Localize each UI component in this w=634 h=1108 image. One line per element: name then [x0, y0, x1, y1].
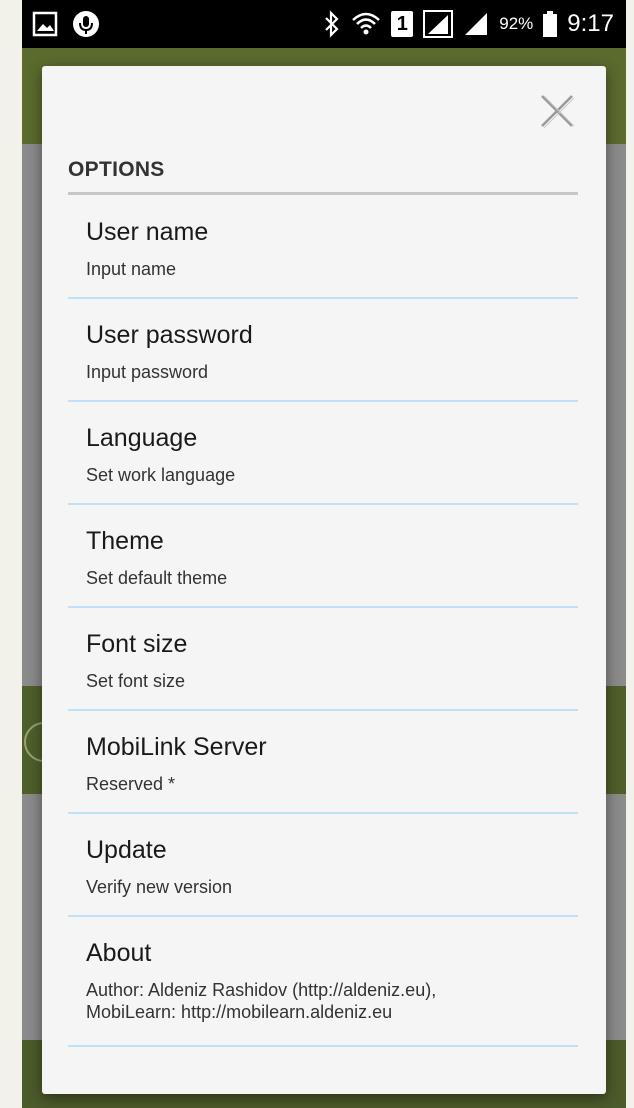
- battery-percent: 92%: [499, 14, 534, 33]
- option-label: User name: [86, 218, 209, 246]
- option-label: User password: [86, 321, 253, 349]
- option-description: Input name: [86, 259, 177, 279]
- option-label: Update: [86, 836, 167, 864]
- about-link-line: MobiLearn: http://mobilearn.aldeniz.eu: [86, 1002, 393, 1022]
- dialog-title: OPTIONS: [68, 158, 578, 195]
- battery-icon: [543, 11, 558, 37]
- option-label: MobiLink Server: [86, 733, 267, 761]
- bluetooth-icon: [325, 10, 339, 38]
- option-label: Theme: [86, 527, 164, 555]
- option-theme[interactable]: Theme Set default theme: [68, 505, 578, 608]
- options-dialog: OPTIONS User name Input name User passwo…: [42, 66, 606, 1094]
- option-description: Input password: [86, 362, 209, 382]
- options-list: User name Input name User password Input…: [68, 196, 578, 1047]
- voice-icon: [73, 11, 99, 37]
- option-user-name[interactable]: User name Input name: [68, 196, 578, 299]
- option-description: Reserved *: [86, 774, 176, 794]
- option-font-size[interactable]: Font size Set font size: [68, 608, 578, 711]
- gallery-icon: [32, 11, 58, 37]
- option-description: Set font size: [86, 671, 186, 691]
- option-about[interactable]: About Author: Aldeniz Rashidov (http://a…: [68, 917, 578, 1047]
- about-author-line: Author: Aldeniz Rashidov (http://aldeniz…: [86, 980, 437, 1000]
- signal-icon: [423, 10, 454, 38]
- phone-screen: 1 92% 9:17 OPTIONS User name Input name …: [22, 0, 626, 1108]
- wifi-icon: [352, 12, 381, 35]
- option-update[interactable]: Update Verify new version: [68, 814, 578, 917]
- option-description: Verify new version: [86, 877, 233, 897]
- option-label: Font size: [86, 630, 188, 658]
- option-description: Set work language: [86, 465, 236, 485]
- sim-icon: 1: [391, 11, 414, 37]
- close-button[interactable]: [538, 92, 576, 130]
- option-label: About: [86, 939, 152, 967]
- status-bar-right: 1 92% 9:17: [323, 8, 614, 40]
- option-language[interactable]: Language Set work language: [68, 402, 578, 505]
- option-description: Author: Aldeniz Rashidov (http://aldeniz…: [86, 979, 566, 1023]
- close-icon: [541, 95, 575, 129]
- clock: 9:17: [567, 10, 614, 37]
- status-bar-left: [32, 10, 100, 38]
- status-bar: 1 92% 9:17: [22, 0, 626, 48]
- option-label: Language: [86, 424, 198, 452]
- signal-icon-2: [465, 13, 488, 35]
- option-mobilink-server[interactable]: MobiLink Server Reserved *: [68, 711, 578, 814]
- option-description: Set default theme: [86, 568, 228, 588]
- option-user-password[interactable]: User password Input password: [68, 299, 578, 402]
